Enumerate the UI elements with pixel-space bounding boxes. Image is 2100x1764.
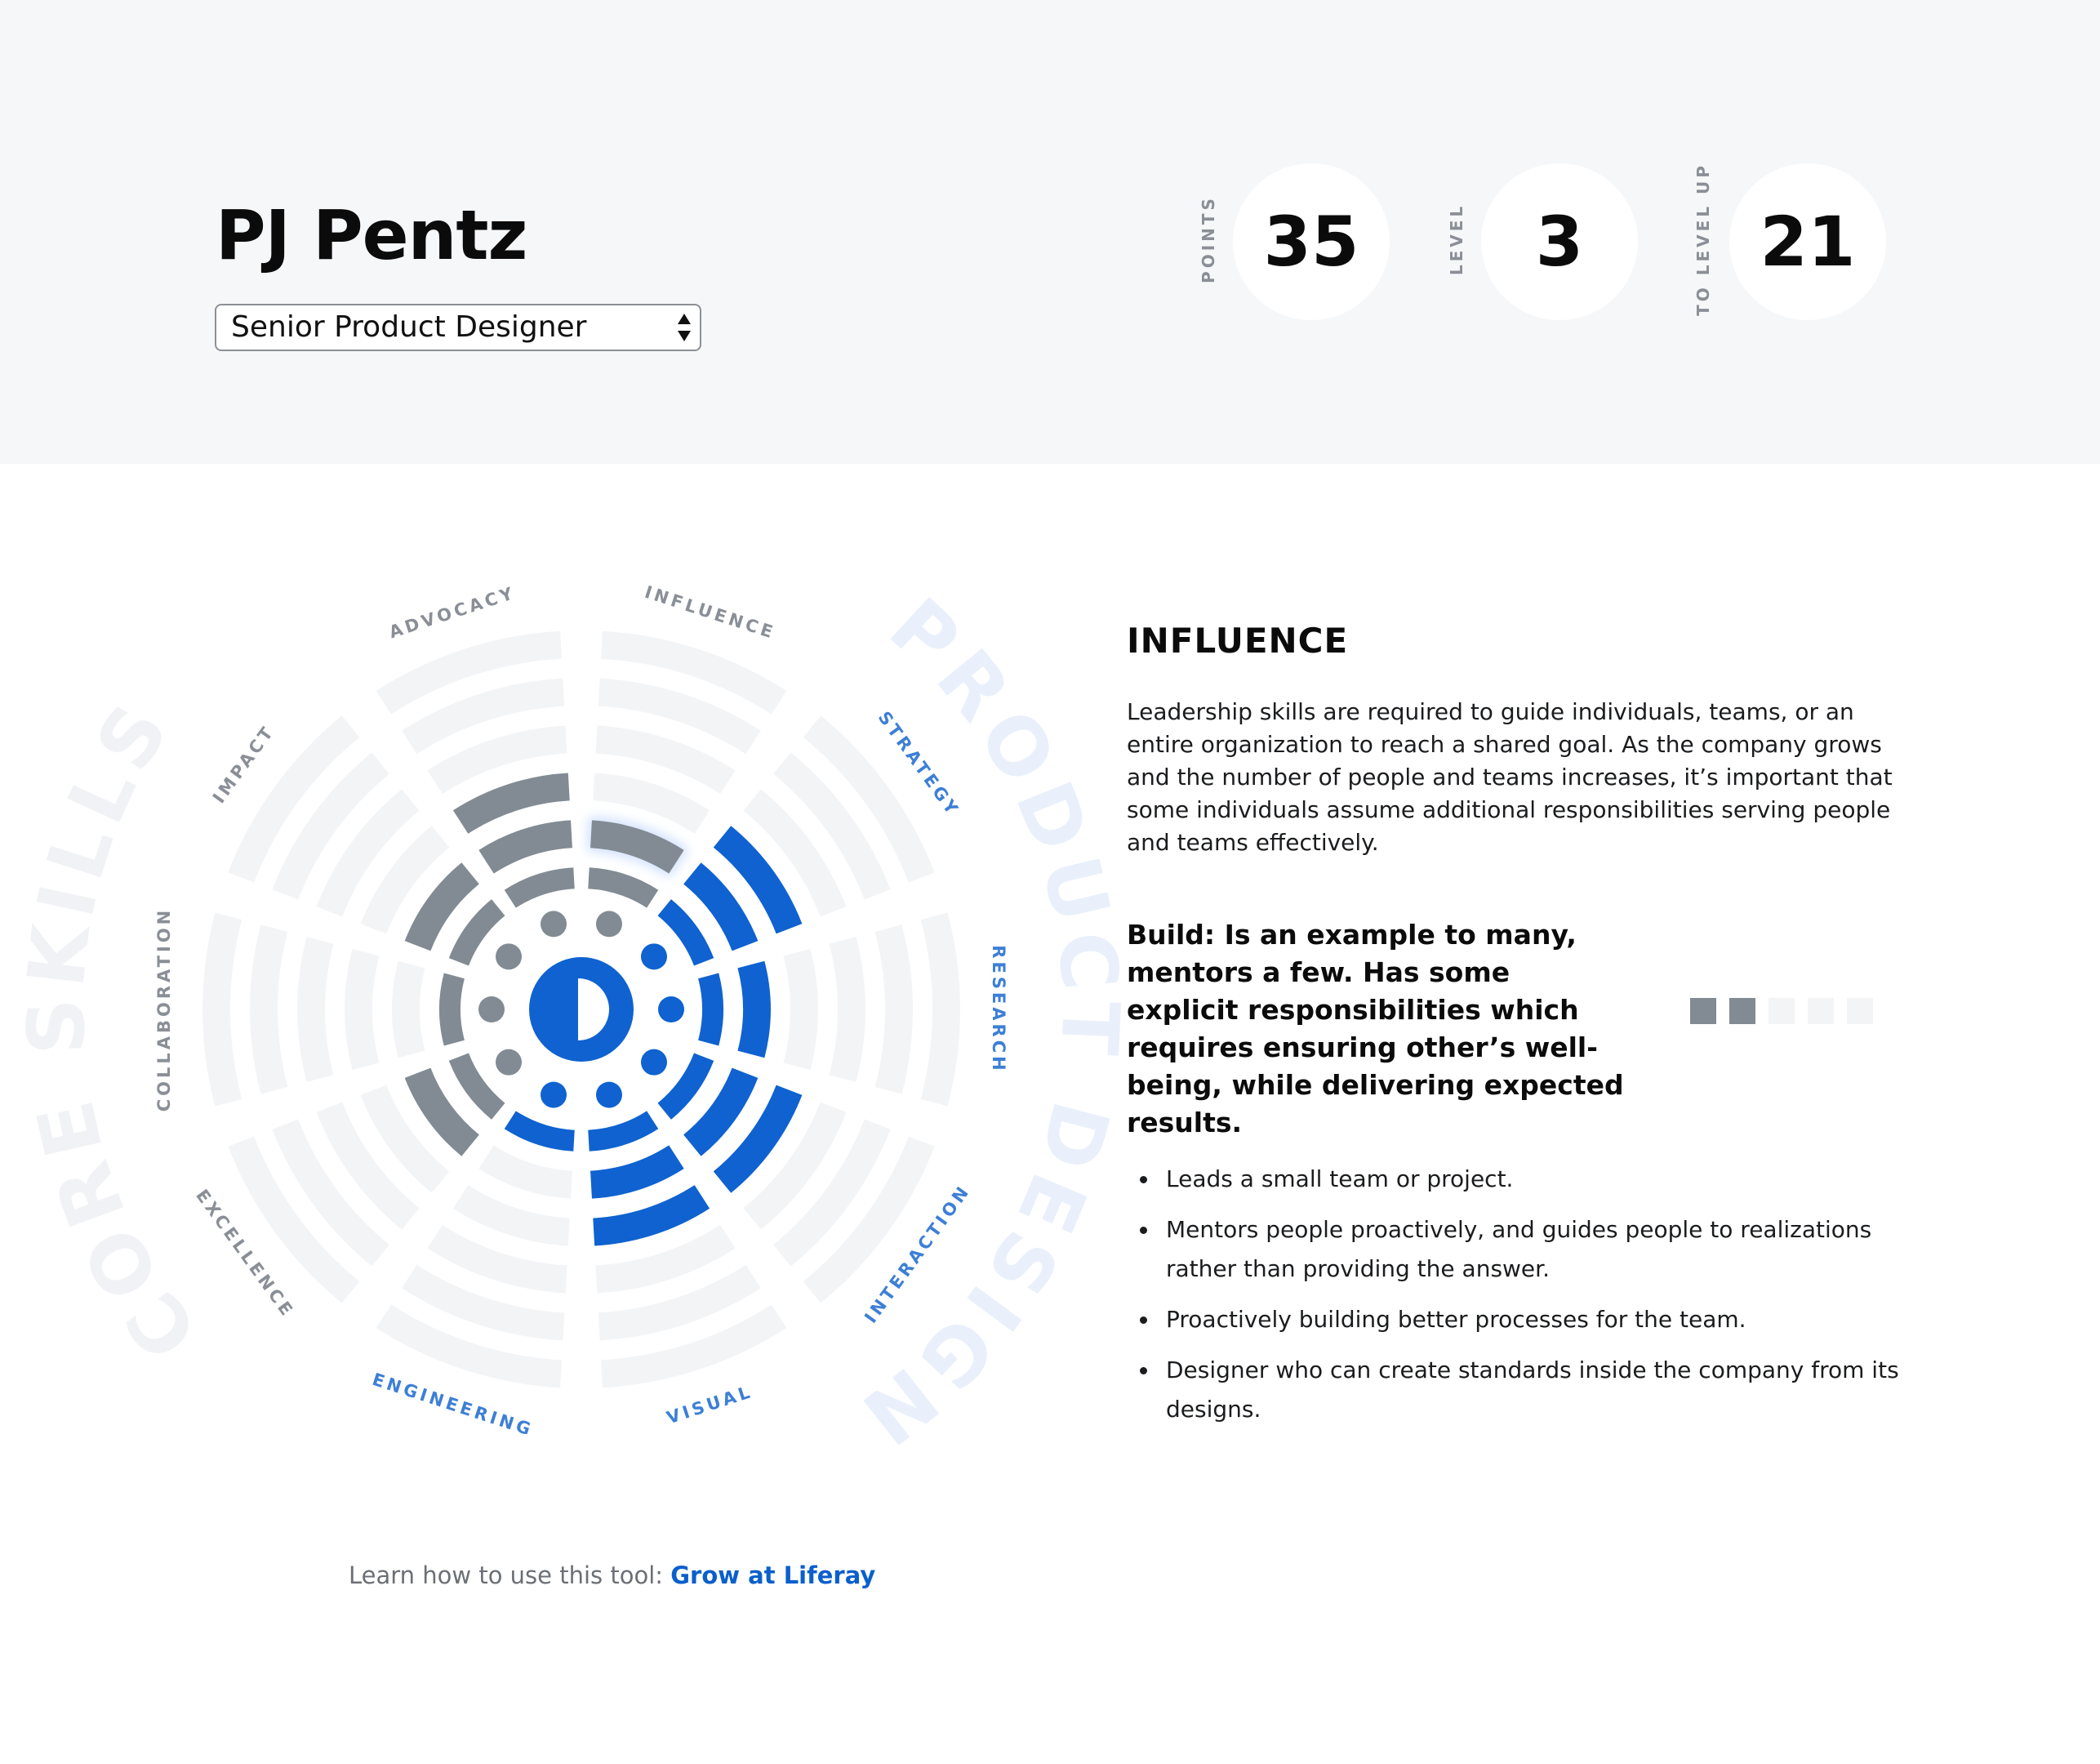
skill-level-segment [737,960,772,1058]
role-select[interactable]: Senior Product Designer [215,304,701,351]
criteria-item: Mentors people proactively, and guides p… [1127,1210,1911,1289]
level-label: LEVEL [1447,203,1466,276]
criteria-item: Leads a small team or project. [1127,1160,1911,1199]
skill-dot [496,943,523,970]
skill-criteria-list: Leads a small team or project. Mentors pe… [1127,1160,1911,1441]
level-square [1690,998,1716,1024]
skill-label-impact[interactable]: IMPACT [209,721,278,807]
criteria-item: Proactively building better processes fo… [1127,1300,1911,1339]
role-select-value: Senior Product Designer [231,310,587,344]
points-value: 35 [1233,163,1390,320]
skill-level-segment [438,973,465,1046]
level-square [1769,998,1795,1024]
skill-wheel-svg: PRODUCT DESIGNCORE SKILLSINFLUENCESTRATE… [10,581,1128,1467]
skill-level-segment [297,937,334,1082]
skill-dot [658,996,684,1022]
skill-description: Leadership skills are required to guide … [1127,698,1893,856]
skill-level-segment [783,948,819,1071]
skill-wheel: PRODUCT DESIGN CORE SKILLS INFLUENCE STRATE… [0,464,1143,1526]
skill-dot [640,1049,667,1076]
footer-prefix: Learn how to use this tool: [349,1561,671,1589]
skill-level-segment [478,1145,572,1199]
skill-sector-collaboration[interactable]: COLLABORATION [154,907,505,1112]
skill-sector-excellence[interactable]: EXCELLENCE [192,1049,523,1322]
footer-help: Learn how to use this tool: Grow at Life… [349,1561,875,1589]
skill-dot [595,911,622,938]
skill-title: INFLUENCE [1127,621,1349,661]
skill-dot [478,996,505,1022]
skill-dot [595,1081,622,1108]
skill-dot [496,1049,523,1076]
level-indicator [1690,998,1886,1024]
skill-level-segment [504,1111,575,1152]
skill-level-segment [698,973,724,1046]
skill-label-advocacy[interactable]: ADVOCACY [386,583,518,643]
skill-level-segment [829,937,866,1082]
select-arrows-icon [678,314,691,341]
bullet-icon [1140,1367,1147,1374]
skill-level-segment [588,1111,659,1152]
skill-level-segment [249,924,288,1094]
skill-level-segment [590,1145,684,1199]
criteria-item: Designer who can create standards inside… [1127,1351,1911,1429]
criteria-text: Leads a small team or project. [1166,1165,1514,1192]
points-label: POINTS [1199,195,1218,283]
level-square [1729,998,1755,1024]
user-name: PJ Pentz [216,195,527,275]
skill-label-collaboration[interactable]: COLLABORATION [154,907,174,1112]
skill-label-visual[interactable]: VISUAL [665,1382,755,1428]
bullet-icon [1140,1227,1147,1234]
skill-label-research[interactable]: RESEARCH [989,945,1008,1073]
skill-level-segment [588,867,659,908]
level-square [1808,998,1834,1024]
level-description: Build: Is an example to many, mentors a … [1127,919,1624,1138]
skill-sector-research[interactable]: RESEARCH [658,912,1008,1107]
grow-at-liferay-link[interactable]: Grow at Liferay [670,1561,875,1589]
skill-dot [541,911,567,938]
skill-dot [541,1081,567,1108]
skill-level-segment [478,820,572,874]
group-label-core-skills: CORE SKILLS [10,683,216,1376]
skill-label-influence[interactable]: INFLUENCE [643,582,778,643]
to-level-up-value: 21 [1729,163,1886,320]
to-level-up-label: TO LEVEL UP [1693,163,1713,316]
level-value: 3 [1481,163,1638,320]
bullet-icon [1140,1316,1147,1324]
criteria-text: Designer who can create standards inside… [1166,1356,1899,1423]
skill-level-segment [504,867,575,908]
criteria-text: Mentors people proactively, and guides p… [1166,1216,1872,1282]
bullet-icon [1140,1176,1147,1183]
skill-level-segment [344,948,380,1071]
skill-level-segment [920,912,961,1107]
wheel-center-icon [529,957,634,1062]
skill-dot [640,943,667,970]
skill-level-segment [202,912,242,1107]
skill-level-segment [874,924,913,1094]
criteria-text: Proactively building better processes fo… [1166,1306,1746,1333]
skill-level-segment [392,960,425,1058]
level-square [1847,998,1873,1024]
header-bar: PJ Pentz Senior Product Designer POINTS … [0,0,2100,464]
